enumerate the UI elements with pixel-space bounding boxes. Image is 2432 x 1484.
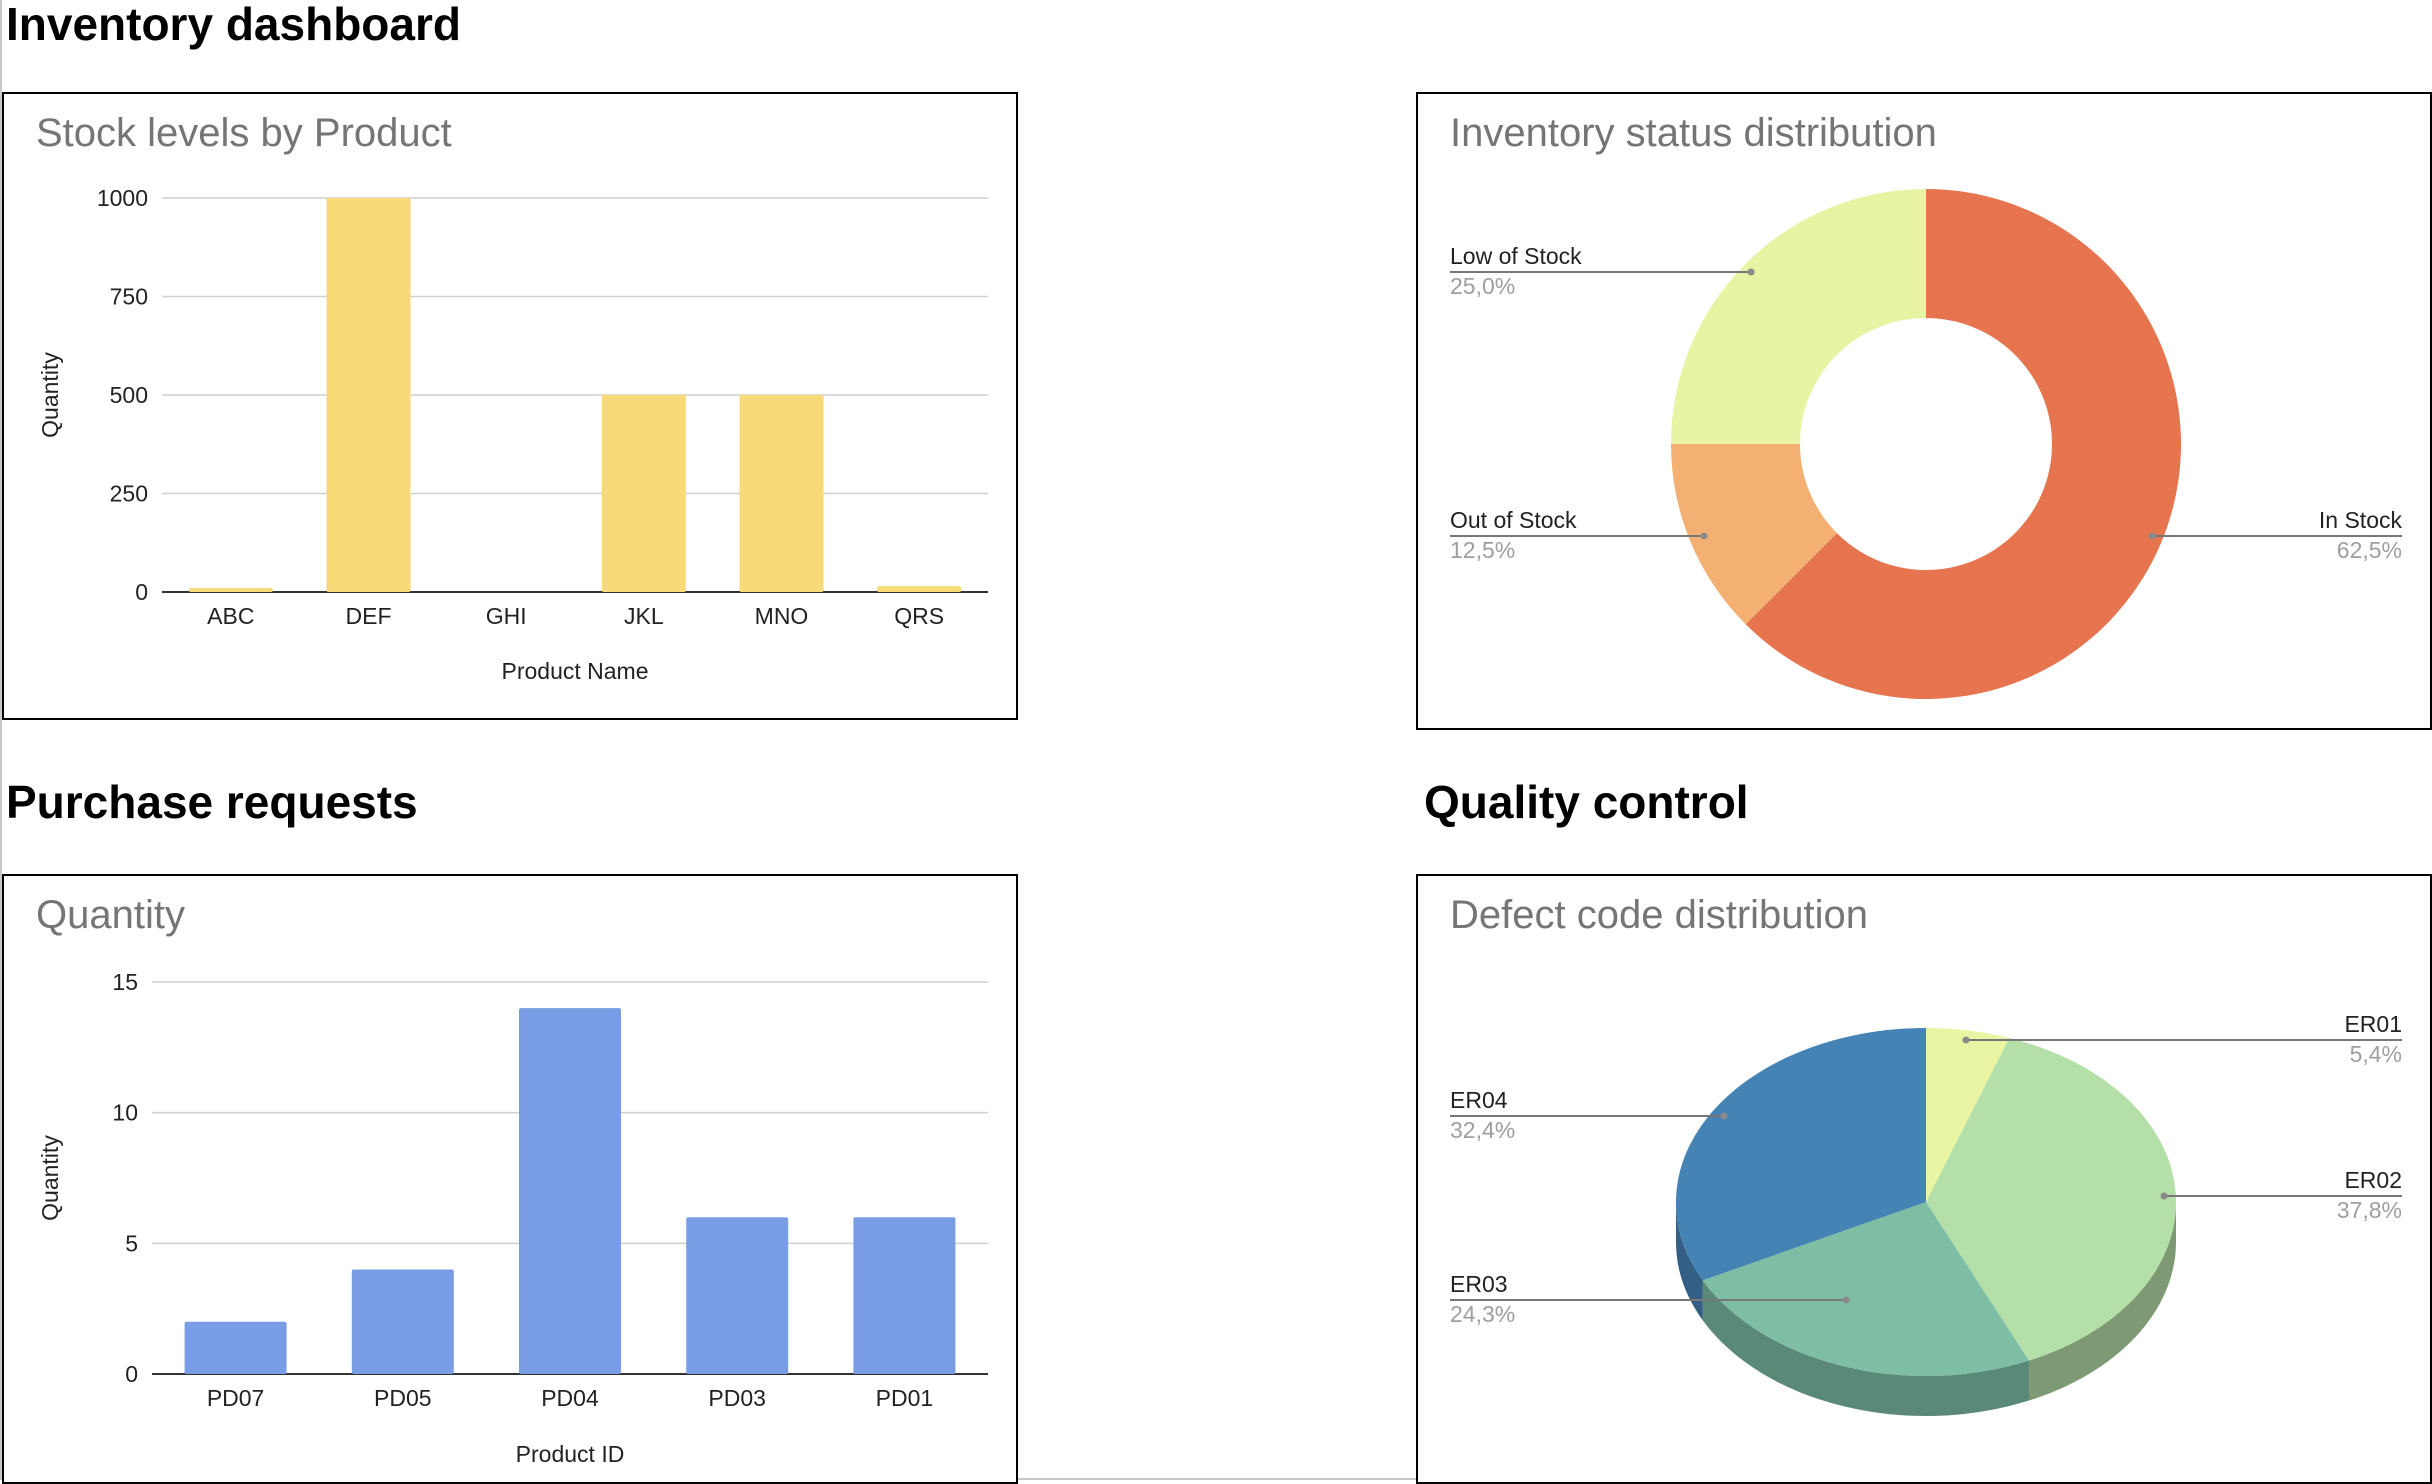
slice-percent: 24,3%: [1450, 1301, 1515, 1327]
defect-code-svg: Defect code distribution ER01 5,4% ER02 37,8…: [1450, 893, 2402, 1416]
bar: [351, 1269, 454, 1374]
slice-percent: 32,4%: [1450, 1117, 1515, 1143]
x-tick-label: DEF: [346, 603, 392, 629]
slice-percent: 12,5%: [1450, 537, 1515, 563]
purchase-quantity-chart[interactable]: Quantity 0 5 10 15 PD07 PD05 PD04 PD03 PD01 Produc…: [2, 874, 1018, 1484]
leader-dot: [1720, 1112, 1728, 1120]
slice-percent: 25,0%: [1450, 273, 1515, 299]
x-tick-label: PD03: [708, 1385, 766, 1411]
bar: [877, 586, 962, 592]
slice-label: ER03: [1450, 1271, 1508, 1297]
x-tick-label: PD04: [541, 1385, 599, 1411]
x-tick-label: ABC: [207, 603, 254, 629]
leader-dot: [1747, 268, 1755, 276]
y-tick-label: 500: [110, 382, 148, 408]
x-tick-label: QRS: [894, 603, 944, 629]
chart-title: Defect code distribution: [1450, 893, 1868, 937]
leader-dot: [1700, 532, 1708, 540]
slice-percent: 5,4%: [2350, 1041, 2402, 1067]
bar: [601, 395, 686, 592]
donut-slice: [1671, 189, 1926, 444]
bar: [519, 1008, 621, 1374]
defect-code-chart[interactable]: Defect code distribution ER01 5,4% ER02 37,8…: [1416, 874, 2432, 1484]
x-tick-label: JKL: [624, 603, 664, 629]
y-tick-label: 15: [112, 969, 138, 995]
purchase-quantity-svg: Quantity 0 5 10 15 PD07 PD05 PD04 PD03 PD01 Produc…: [36, 893, 988, 1467]
y-tick-label: 750: [110, 284, 148, 310]
bar: [739, 395, 824, 592]
x-axis-label: Product Name: [501, 658, 648, 684]
bar: [184, 1321, 287, 1374]
y-tick-label: 0: [135, 579, 148, 605]
y-axis-label: Quantity: [37, 352, 63, 438]
y-tick-label: 10: [112, 1100, 138, 1126]
chart-title: Quantity: [36, 893, 185, 937]
leader-dot: [1962, 1036, 1970, 1044]
slice-label: Out of Stock: [1450, 507, 1577, 533]
bar: [326, 198, 411, 592]
inventory-status-chart[interactable]: Inventory status distribution In Stock 62,…: [1416, 92, 2432, 730]
y-tick-label: 250: [110, 481, 148, 507]
y-axis-label: Quantity: [37, 1135, 63, 1221]
leader-dot: [2160, 1192, 2168, 1200]
bar: [188, 588, 273, 592]
section-title-purchase: Purchase requests: [6, 776, 418, 828]
x-tick-label: PD01: [876, 1385, 934, 1411]
y-tick-label: 1000: [97, 185, 148, 211]
leader-dot: [1842, 1296, 1850, 1304]
stock-levels-svg: Stock levels by Product 0 250 500 750 1000 ABC…: [36, 111, 988, 684]
slice-label: ER02: [2344, 1167, 2402, 1193]
slice-label: In Stock: [2319, 507, 2403, 533]
section-title-quality: Quality control: [1424, 776, 1749, 828]
stock-levels-chart[interactable]: Stock levels by Product 0 250 500 750 1000 ABC…: [2, 92, 1018, 720]
leader-dot: [2148, 532, 2156, 540]
slice-percent: 37,8%: [2337, 1197, 2402, 1223]
y-tick-label: 5: [125, 1230, 138, 1256]
x-tick-label: MNO: [755, 603, 809, 629]
inventory-status-svg: Inventory status distribution In Stock 62,…: [1450, 111, 2403, 699]
slice-label: ER04: [1450, 1087, 1508, 1113]
x-axis-label: Product ID: [516, 1441, 625, 1467]
slice-percent: 62,5%: [2337, 537, 2402, 563]
bar: [853, 1217, 956, 1374]
slice-label: ER01: [2344, 1011, 2402, 1037]
chart-title: Inventory status distribution: [1450, 111, 1937, 155]
y-tick-label: 0: [125, 1361, 138, 1387]
bar: [686, 1217, 789, 1374]
slice-label: Low of Stock: [1450, 243, 1582, 269]
x-tick-label: GHI: [486, 603, 527, 629]
x-tick-label: PD07: [207, 1385, 265, 1411]
x-tick-label: PD05: [374, 1385, 432, 1411]
chart-title: Stock levels by Product: [36, 111, 452, 155]
section-title-inventory: Inventory dashboard: [6, 0, 461, 50]
